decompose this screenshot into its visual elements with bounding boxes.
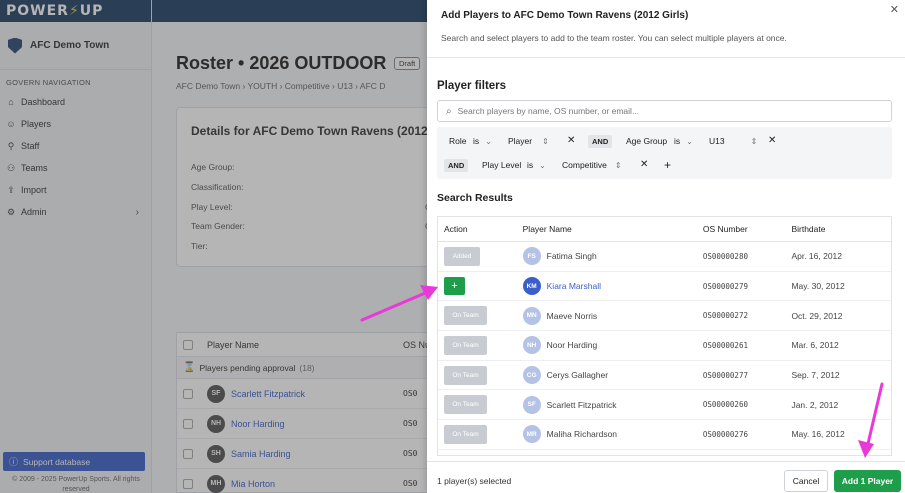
filter-level-value[interactable]: Competitive ⇕ bbox=[562, 160, 622, 170]
add-players-drawer: Add Players to AFC Demo Town Ravens (201… bbox=[427, 0, 905, 493]
table-row: On Team NH Noor Harding OS00000261 Mar. 6… bbox=[438, 331, 891, 361]
remove-filter-icon[interactable]: ✕ bbox=[567, 135, 575, 146]
cancel-button[interactable]: Cancel bbox=[784, 470, 828, 492]
chevron-down-icon: ⌄ bbox=[539, 161, 546, 170]
updown-icon: ⇕ bbox=[542, 137, 549, 146]
filter-builder: Role is ⌄ Player ⇕ ✕ AND Age Group is ⌄ U13… bbox=[437, 127, 892, 179]
table-row: Added FS Fatima Singh OS00000280 Apr. 16,… bbox=[438, 242, 891, 272]
avatar: KM bbox=[522, 277, 541, 296]
filter-age-operator[interactable]: is ⌄ bbox=[674, 136, 693, 146]
filter-level-field[interactable]: Play Level bbox=[482, 160, 521, 170]
table-row: On Team SF Scarlett Fitzpatrick OS0000026… bbox=[438, 390, 891, 421]
filter-age-value[interactable]: U13 ⇕ bbox=[709, 136, 757, 146]
remove-filter-icon[interactable]: ✕ bbox=[640, 159, 648, 170]
selected-count: 1 player(s) selected bbox=[437, 476, 512, 486]
on-team-button: On Team bbox=[444, 395, 487, 415]
player-search-field[interactable]: ⌕ bbox=[437, 100, 892, 122]
and-operator[interactable]: AND bbox=[444, 159, 469, 172]
player-name: Maeve Norris bbox=[546, 310, 598, 321]
added-button: Added bbox=[444, 246, 480, 266]
add-players-button[interactable]: Add 1 Player bbox=[834, 470, 901, 492]
on-team-button: On Team bbox=[444, 424, 487, 444]
player-name: Scarlett Fitzpatrick bbox=[546, 399, 617, 410]
filter-role-field[interactable]: Role bbox=[449, 136, 466, 146]
table-row: + KM Kiara Marshall OS00000279 May. 30, 2… bbox=[438, 272, 891, 302]
table-row: On Team CG Cerys Gallagher OS00000277 Sep… bbox=[438, 361, 891, 391]
filter-role-value[interactable]: Player ⇕ bbox=[508, 136, 549, 146]
avatar: SF bbox=[522, 395, 541, 414]
filter-level-operator[interactable]: is ⌄ bbox=[527, 160, 546, 170]
avatar: CG bbox=[522, 366, 541, 385]
table-row: On Team MR Maliha Richardson OS00000276 M… bbox=[438, 420, 891, 450]
player-name-link[interactable]: Kiara Marshall bbox=[547, 281, 601, 291]
drawer-subtitle: Search and select players to add to the … bbox=[441, 33, 787, 43]
on-team-button: On Team bbox=[444, 365, 487, 385]
search-icon: ⌕ bbox=[446, 105, 452, 117]
updown-icon: ⇕ bbox=[750, 137, 758, 146]
drawer-footer: 1 player(s) selected Cancel Add 1 Player bbox=[427, 461, 905, 493]
remove-filter-icon[interactable]: ✕ bbox=[768, 135, 776, 146]
search-results-table: Action Player Name OS Number Birthdate A… bbox=[437, 216, 892, 456]
on-team-button: On Team bbox=[444, 306, 487, 326]
avatar: FS bbox=[522, 247, 541, 266]
add-player-button[interactable]: + bbox=[444, 277, 465, 296]
filter-age-field[interactable]: Age Group bbox=[626, 136, 667, 146]
close-icon[interactable]: ✕ bbox=[890, 3, 899, 16]
avatar: MN bbox=[522, 306, 541, 325]
avatar: NH bbox=[522, 336, 541, 355]
divider bbox=[427, 57, 905, 58]
drawer-title: Add Players to AFC Demo Town Ravens (201… bbox=[441, 10, 689, 21]
filters-heading: Player filters bbox=[437, 80, 507, 92]
player-name: Fatima Singh bbox=[546, 251, 597, 262]
player-name: Maliha Richardson bbox=[546, 429, 618, 440]
table-row: On Team MN Maeve Norris OS00000272 Oct. 2… bbox=[438, 301, 891, 332]
results-heading: Search Results bbox=[437, 192, 513, 204]
avatar: MR bbox=[522, 425, 541, 444]
chevron-down-icon: ⌄ bbox=[686, 137, 693, 146]
and-operator[interactable]: AND bbox=[588, 135, 613, 148]
filter-role-operator[interactable]: is ⌄ bbox=[473, 136, 492, 146]
player-name: Noor Harding bbox=[546, 340, 598, 351]
modal-backdrop[interactable] bbox=[0, 0, 427, 493]
chevron-down-icon: ⌄ bbox=[485, 137, 492, 146]
player-name: Cerys Gallagher bbox=[546, 370, 609, 381]
on-team-button: On Team bbox=[444, 335, 487, 355]
results-table-header: Action Player Name OS Number Birthdate bbox=[438, 217, 891, 242]
add-filter-button[interactable]: + bbox=[664, 158, 671, 172]
player-search-input[interactable] bbox=[457, 106, 878, 116]
updown-icon: ⇕ bbox=[614, 161, 622, 170]
